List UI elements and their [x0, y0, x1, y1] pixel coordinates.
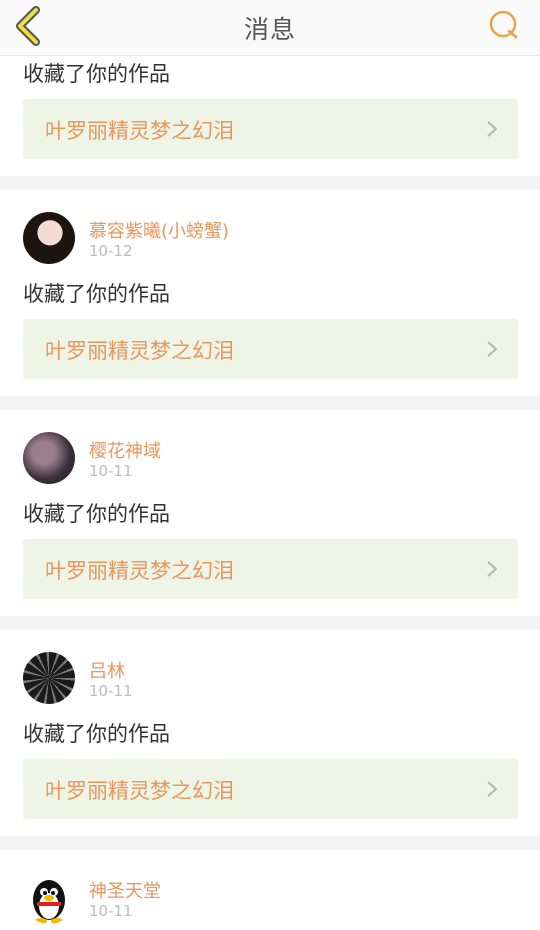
work-link[interactable]: 叶罗丽精灵梦之幻泪	[23, 319, 518, 379]
message-card: 吕林 10-11 收藏了你的作品 叶罗丽精灵梦之幻泪	[0, 630, 540, 836]
work-link[interactable]: 叶罗丽精灵梦之幻泪	[23, 99, 518, 159]
separator	[0, 396, 540, 410]
top-bar: 消息	[0, 0, 540, 56]
message-card: 神圣天堂 10-11	[0, 850, 540, 930]
avatar[interactable]	[23, 212, 75, 264]
user-row: 慕容紫曦(小螃蟹) 10-12	[0, 190, 540, 264]
search-button[interactable]	[488, 9, 520, 41]
avatar[interactable]	[23, 652, 75, 704]
chevron-right-icon	[487, 341, 498, 357]
work-title: 叶罗丽精灵梦之幻泪	[45, 559, 234, 583]
work-title: 叶罗丽精灵梦之幻泪	[45, 779, 234, 803]
timestamp: 10-11	[89, 902, 133, 920]
chevron-right-icon	[487, 561, 498, 577]
work-link[interactable]: 叶罗丽精灵梦之幻泪	[23, 539, 518, 599]
message-feed[interactable]: 收藏了你的作品 叶罗丽精灵梦之幻泪 慕容紫曦(小螃蟹) 10-12 收藏了你的作…	[0, 56, 540, 930]
timestamp: 10-12	[89, 242, 133, 260]
message-card: 慕容紫曦(小螃蟹) 10-12 收藏了你的作品 叶罗丽精灵梦之幻泪	[0, 190, 540, 396]
chevron-right-icon	[487, 121, 498, 137]
user-row: 吕林 10-11	[0, 630, 540, 704]
work-title: 叶罗丽精灵梦之幻泪	[45, 339, 234, 363]
separator	[0, 836, 540, 850]
separator	[0, 616, 540, 630]
timestamp: 10-11	[89, 462, 133, 480]
action-text: 收藏了你的作品	[23, 282, 170, 306]
page-title: 消息	[243, 15, 296, 44]
penguin-icon	[33, 880, 65, 924]
user-row: 樱花神域 10-11	[0, 410, 540, 484]
action-text: 收藏了你的作品	[23, 502, 170, 526]
message-card: 樱花神域 10-11 收藏了你的作品 叶罗丽精灵梦之幻泪	[0, 410, 540, 616]
username[interactable]: 吕林	[89, 657, 125, 683]
work-title: 叶罗丽精灵梦之幻泪	[45, 119, 234, 143]
action-text: 收藏了你的作品	[23, 62, 170, 86]
username[interactable]: 樱花神域	[89, 437, 161, 463]
chevron-right-icon	[487, 781, 498, 797]
action-text: 收藏了你的作品	[23, 722, 170, 746]
user-row: 神圣天堂 10-11	[0, 850, 540, 924]
username[interactable]: 慕容紫曦(小螃蟹)	[89, 217, 229, 243]
avatar[interactable]	[23, 432, 75, 484]
username[interactable]: 神圣天堂	[89, 877, 161, 903]
message-card: 收藏了你的作品 叶罗丽精灵梦之幻泪	[0, 56, 540, 176]
avatar[interactable]	[23, 872, 75, 924]
search-icon	[489, 10, 518, 39]
separator	[0, 176, 540, 190]
work-link[interactable]: 叶罗丽精灵梦之幻泪	[23, 759, 518, 819]
timestamp: 10-11	[89, 682, 133, 700]
